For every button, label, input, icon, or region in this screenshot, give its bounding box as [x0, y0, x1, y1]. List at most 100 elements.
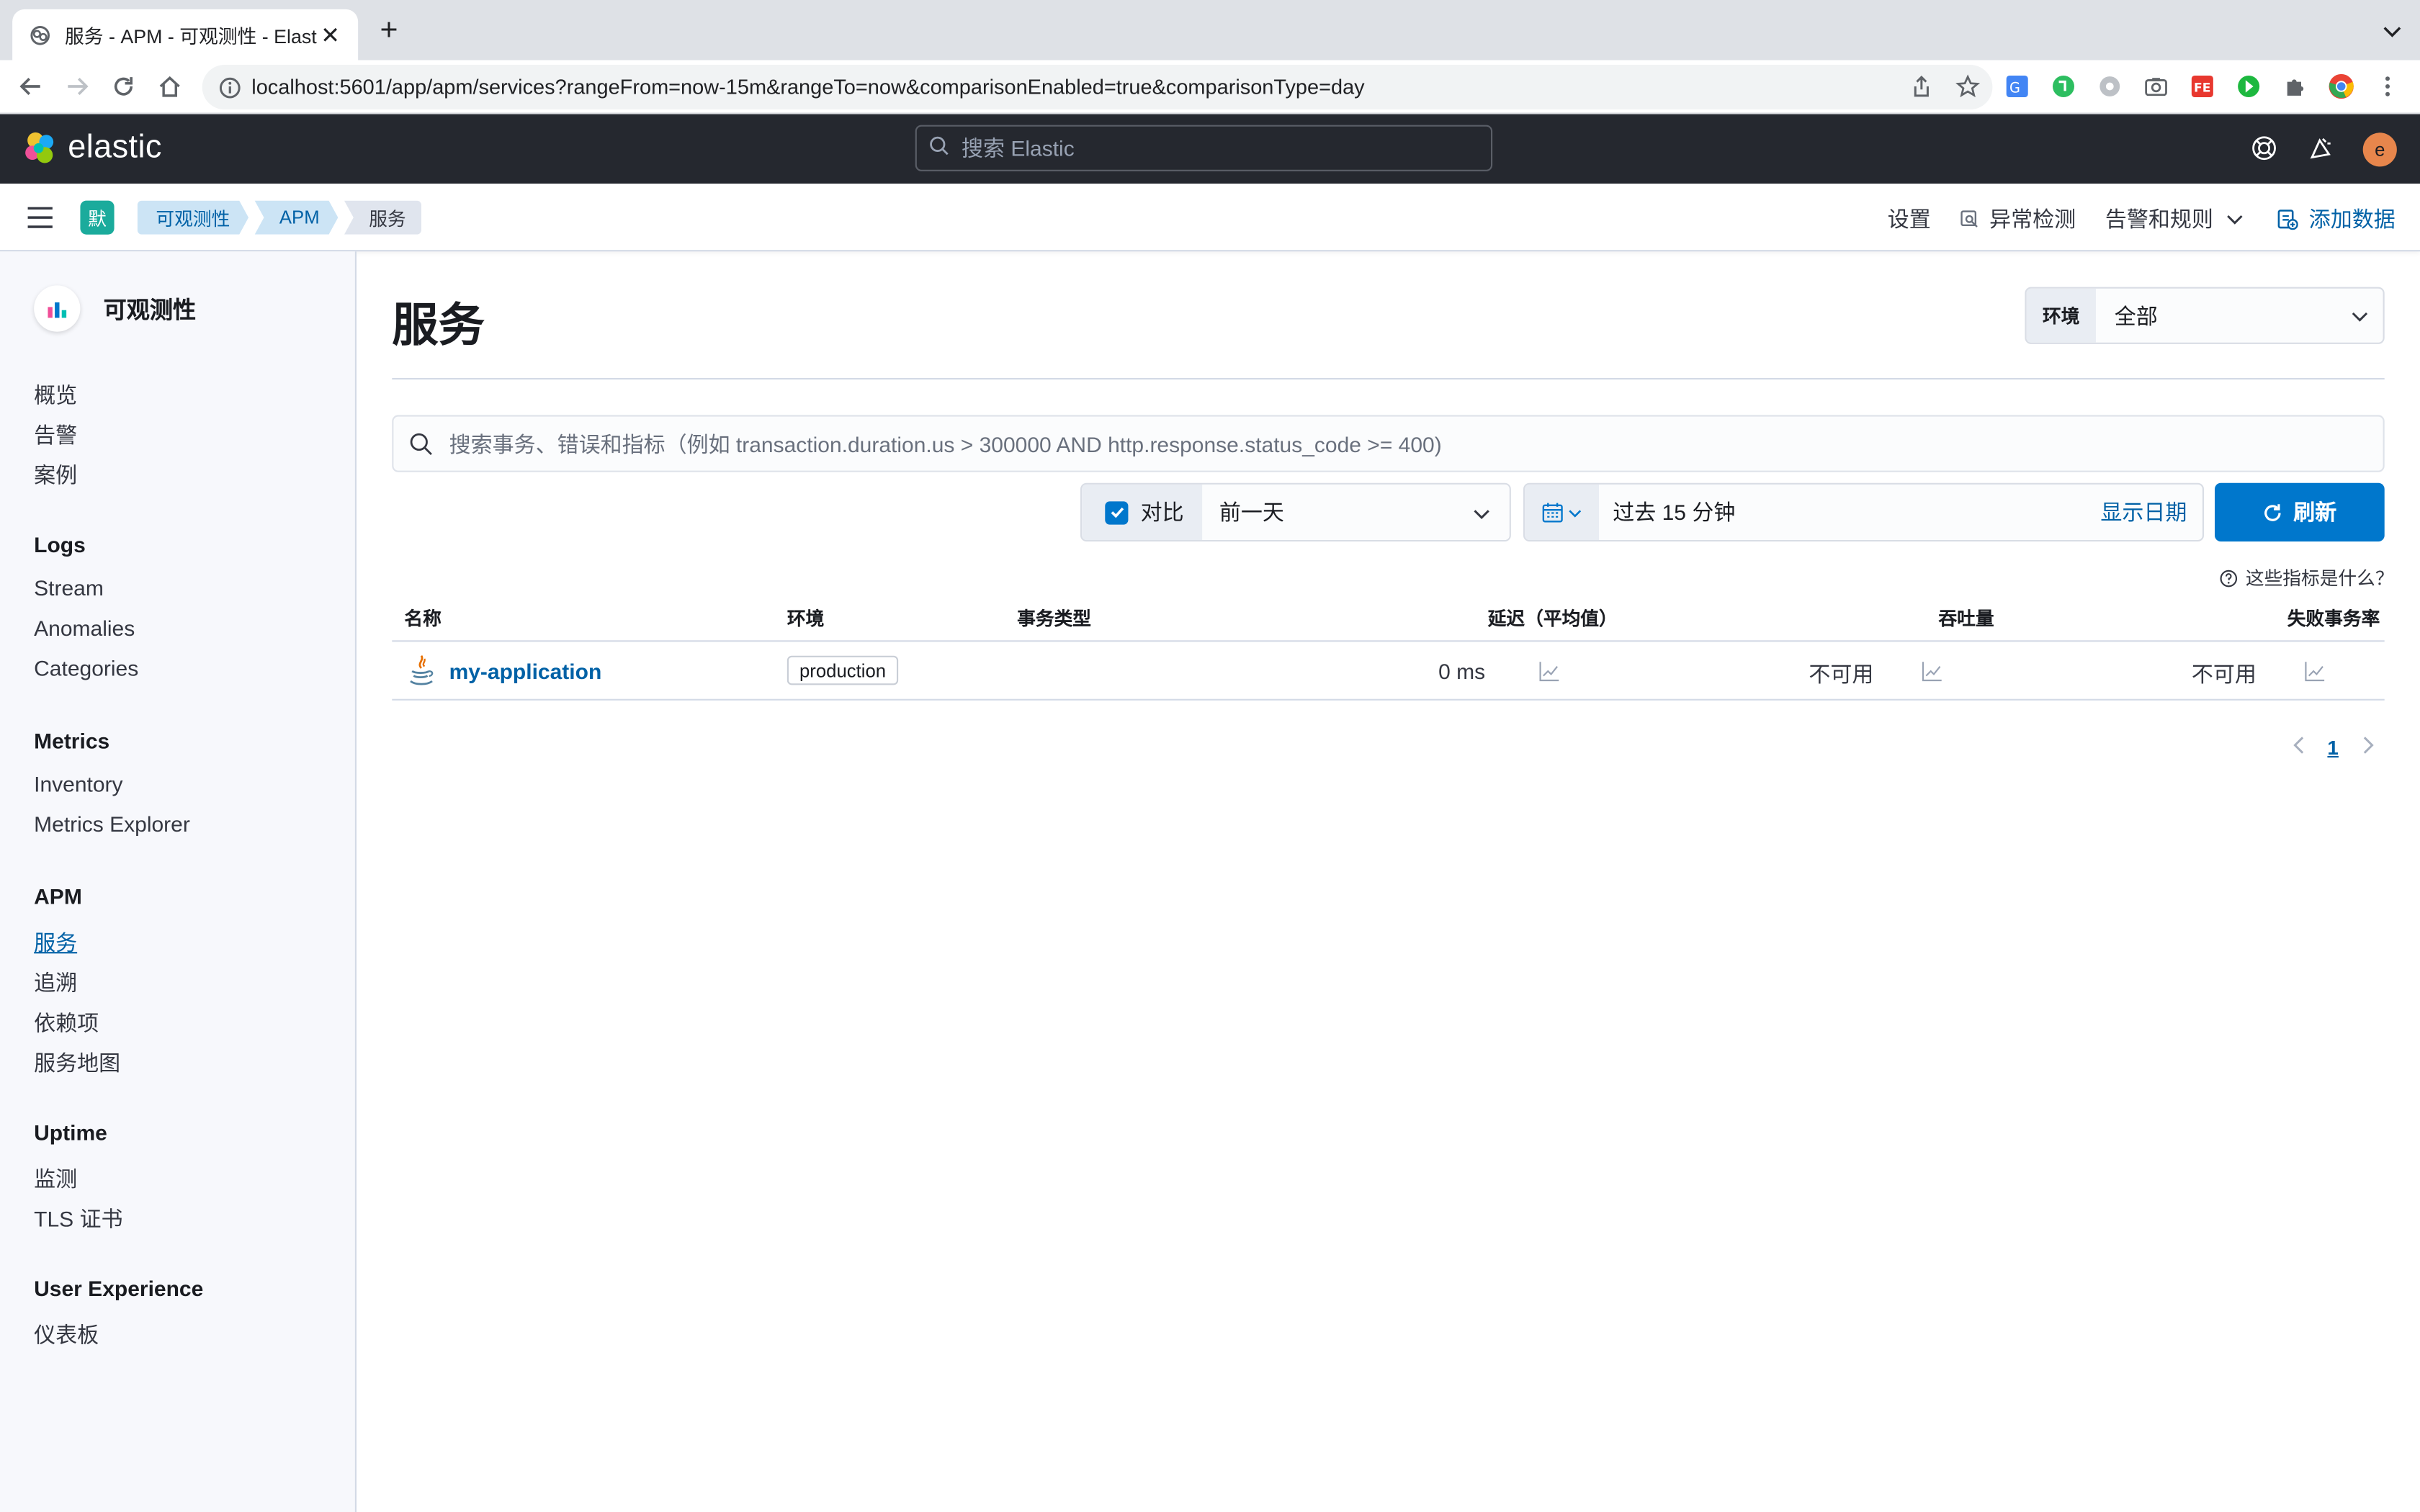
- chevron-right-icon[interactable]: [2360, 736, 2375, 755]
- what-are-metrics-label: 这些指标是什么？: [2245, 567, 2394, 590]
- comparison-type-select[interactable]: 前一天: [1202, 484, 1510, 540]
- breadcrumb-observability[interactable]: 可观测性: [138, 201, 248, 235]
- settings-link[interactable]: 设置: [1888, 204, 1931, 235]
- user-avatar[interactable]: e: [2362, 132, 2397, 167]
- service-link[interactable]: my-application: [449, 659, 602, 683]
- elastic-logo[interactable]: elastic: [22, 130, 162, 166]
- browser-menu-icon[interactable]: [2374, 73, 2402, 101]
- refresh-icon: [2264, 503, 2281, 521]
- question-icon: [2220, 569, 2238, 587]
- chrome-profile-icon[interactable]: [2327, 73, 2355, 101]
- breadcrumb-apm[interactable]: APM: [255, 201, 339, 235]
- what-are-metrics-link[interactable]: 这些指标是什么？: [2219, 564, 2394, 590]
- address-bar[interactable]: localhost:5601/app/apm/services?rangeFro…: [202, 65, 1993, 110]
- chevron-down-icon: [1472, 503, 1491, 528]
- quick-menu-button[interactable]: [1525, 484, 1599, 540]
- sidebar: 可观测性 概览 告警 案例 Logs Stream Anomalies Cate…: [0, 251, 357, 1512]
- sidebar-item-dependencies[interactable]: 依赖项: [34, 1007, 99, 1038]
- hamburger-menu-icon[interactable]: [26, 205, 54, 230]
- column-header-failed-rate[interactable]: 失败事务率: [2287, 605, 2380, 631]
- alerts-rules-dropdown[interactable]: 告警和规则: [2105, 204, 2244, 235]
- green-extension-icon[interactable]: [2235, 73, 2263, 101]
- pagination-page[interactable]: 1: [2327, 736, 2339, 759]
- environment-select[interactable]: 环境 全部: [2025, 287, 2385, 344]
- anomaly-detection-label: 异常检测: [1989, 207, 2076, 232]
- camera-extension-icon[interactable]: [2142, 73, 2170, 101]
- sidebar-item-tls-certificates[interactable]: TLS 证书: [34, 1203, 122, 1234]
- java-agent-icon: [410, 654, 434, 685]
- help-icon[interactable]: [2249, 132, 2280, 163]
- latency-sparkline-icon: [1538, 660, 1560, 682]
- site-info-icon[interactable]: [218, 75, 242, 99]
- search-icon: [409, 431, 434, 456]
- show-dates-link[interactable]: 显示日期: [2100, 485, 2202, 540]
- comparison-type-value: 前一天: [1219, 500, 1284, 525]
- sidebar-item-metrics-explorer[interactable]: Metrics Explorer: [34, 811, 190, 836]
- date-range-value[interactable]: 过去 15 分钟: [1599, 485, 2100, 540]
- comparison-toggle[interactable]: 对比: [1082, 484, 1203, 540]
- add-data-icon: [2277, 210, 2298, 230]
- sidebar-item-anomalies[interactable]: Anomalies: [34, 616, 135, 640]
- extension-gray-icon[interactable]: [2096, 73, 2124, 101]
- calendar-icon: [1542, 503, 1563, 523]
- sidebar-group-uptime: Uptime: [34, 1120, 107, 1145]
- sidebar-group-user-experience: User Experience: [34, 1276, 204, 1301]
- sidebar-item-overview[interactable]: 概览: [34, 379, 77, 410]
- environment-label: 环境: [2026, 288, 2096, 343]
- space-avatar[interactable]: 默: [80, 200, 115, 235]
- tab-search-chevron-icon[interactable]: [2380, 19, 2404, 43]
- extensions-puzzle-icon[interactable]: [2281, 73, 2309, 101]
- service-name-cell: my-application: [406, 654, 602, 688]
- alerts-rules-label: 告警和规则: [2105, 207, 2213, 232]
- new-tab-icon[interactable]: +: [374, 15, 405, 46]
- column-header-transaction-type[interactable]: 事务类型: [1017, 605, 1091, 631]
- sidebar-item-traces[interactable]: 追溯: [34, 968, 77, 999]
- failed-rate-sparkline-icon: [2304, 660, 2326, 682]
- kql-search-bar[interactable]: [392, 415, 2385, 472]
- bookmark-star-icon[interactable]: [1955, 74, 1981, 107]
- throughput-sparkline-icon: [1922, 660, 1943, 682]
- environment-value: 全部: [2114, 303, 2158, 328]
- add-data-link[interactable]: 添加数据: [2277, 204, 2396, 235]
- sidebar-item-monitors[interactable]: 监测: [34, 1164, 77, 1194]
- elastic-logo-text: elastic: [68, 130, 162, 166]
- kql-search-input[interactable]: [449, 431, 2302, 456]
- chevron-left-icon[interactable]: [2292, 736, 2307, 755]
- date-picker: 过去 15 分钟 显示日期: [1523, 482, 2204, 542]
- sidebar-group-metrics: Metrics: [34, 728, 110, 753]
- sidebar-item-service-map[interactable]: 服务地图: [34, 1048, 120, 1079]
- share-icon[interactable]: [1909, 74, 1934, 107]
- column-header-name[interactable]: 名称: [404, 605, 441, 631]
- home-icon[interactable]: [147, 63, 193, 109]
- elastic-logo-icon: [25, 132, 54, 163]
- refresh-button[interactable]: 刷新: [2215, 482, 2385, 542]
- latency-cell: 0 ms: [1438, 659, 1486, 684]
- sidebar-item-dashboard[interactable]: 仪表板: [34, 1319, 99, 1350]
- close-tab-icon[interactable]: ✕: [318, 21, 342, 48]
- anomaly-detection-icon: [1960, 210, 1978, 228]
- table-row-divider: [392, 698, 2385, 701]
- sidebar-item-cases[interactable]: 案例: [34, 460, 77, 491]
- browser-tab[interactable]: 服务 - APM - 可观测性 - Elastic ✕: [12, 9, 359, 60]
- sidebar-item-services[interactable]: 服务: [34, 927, 77, 958]
- global-search-input[interactable]: 搜索 Elastic: [915, 125, 1493, 171]
- table-header-divider: [392, 640, 2385, 642]
- column-header-throughput[interactable]: 吞吐量: [1938, 605, 1994, 631]
- sidebar-group-logs: Logs: [34, 532, 86, 557]
- sidebar-item-alerts[interactable]: 告警: [34, 420, 77, 451]
- fe-extension-icon[interactable]: FE: [2189, 73, 2217, 101]
- column-header-environment[interactable]: 环境: [787, 605, 824, 631]
- checkbox-checked-icon[interactable]: [1105, 500, 1129, 524]
- sidebar-item-categories[interactable]: Categories: [34, 656, 138, 680]
- column-header-latency[interactable]: 延迟（平均值）: [1488, 605, 1618, 631]
- sidebar-item-inventory[interactable]: Inventory: [34, 771, 122, 796]
- reload-icon[interactable]: [100, 63, 146, 109]
- observability-logo-icon: [34, 285, 81, 332]
- news-feed-icon[interactable]: [2305, 132, 2336, 163]
- translate-extension-icon[interactable]: G: [2003, 73, 2031, 101]
- evernote-extension-icon[interactable]: [2050, 73, 2078, 101]
- sidebar-item-stream[interactable]: Stream: [34, 575, 104, 600]
- back-icon[interactable]: [8, 63, 54, 109]
- forward-icon[interactable]: [54, 63, 100, 109]
- anomaly-detection-link[interactable]: 异常检测: [1960, 204, 2076, 235]
